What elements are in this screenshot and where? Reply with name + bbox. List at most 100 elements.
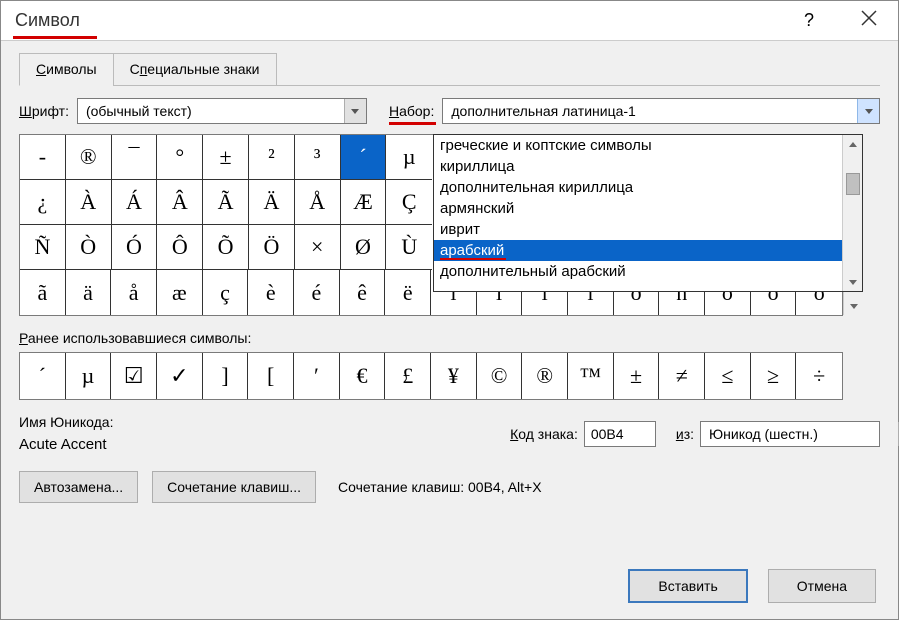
recent-cell[interactable]: µ bbox=[66, 353, 112, 399]
char-cell[interactable]: ´ bbox=[341, 135, 387, 180]
char-cell[interactable]: Æ bbox=[341, 180, 387, 225]
subset-dropdown-button[interactable] bbox=[857, 99, 879, 123]
subset-option[interactable]: арабский bbox=[434, 240, 842, 261]
recent-cell[interactable]: ] bbox=[203, 353, 249, 399]
subset-input[interactable] bbox=[443, 103, 857, 119]
char-cell[interactable]: Ö bbox=[249, 225, 295, 270]
symbol-dialog: Символ ? Символы Специальные знаки Шрифт… bbox=[0, 0, 899, 620]
close-button[interactable] bbox=[854, 10, 884, 31]
font-label: Шрифт: bbox=[19, 103, 69, 119]
subset-dropdown-list: греческие и коптские символыкириллицадоп… bbox=[433, 134, 863, 292]
recent-cell[interactable]: ÷ bbox=[796, 353, 842, 399]
char-cell[interactable]: Â bbox=[157, 180, 203, 225]
recent-cell[interactable]: © bbox=[477, 353, 523, 399]
subset-option[interactable]: иврит bbox=[434, 219, 842, 240]
tab-bar: Символы Специальные знаки bbox=[19, 53, 880, 86]
autocorrect-button[interactable]: Автозамена... bbox=[19, 471, 138, 503]
char-cell[interactable]: Ó bbox=[112, 225, 158, 270]
subset-option[interactable]: кириллица bbox=[434, 156, 842, 177]
char-cell[interactable]: Ò bbox=[66, 225, 112, 270]
recent-cell[interactable]: £ bbox=[385, 353, 431, 399]
subset-option[interactable]: дополнительная кириллица bbox=[434, 177, 842, 198]
char-cell[interactable]: Ô bbox=[157, 225, 203, 270]
unicode-name-value: Acute Accent bbox=[19, 436, 504, 453]
recent-cell[interactable]: ✓ bbox=[157, 353, 203, 399]
recent-cell[interactable]: ☑ bbox=[111, 353, 157, 399]
chevron-down-icon bbox=[865, 109, 873, 114]
char-cell[interactable]: å bbox=[111, 270, 157, 315]
dropdown-scrollbar[interactable] bbox=[842, 135, 862, 291]
recent-cell[interactable]: [ bbox=[248, 353, 294, 399]
insert-button[interactable]: Вставить bbox=[628, 569, 747, 603]
char-cell[interactable]: ã bbox=[20, 270, 66, 315]
font-dropdown-button[interactable] bbox=[344, 99, 366, 123]
shortcut-button[interactable]: Сочетание клавиш... bbox=[152, 471, 316, 503]
recent-cell[interactable]: ≠ bbox=[659, 353, 705, 399]
code-label: Код знака: bbox=[510, 426, 578, 442]
char-cell[interactable]: ³ bbox=[295, 135, 341, 180]
subset-option[interactable]: армянский bbox=[434, 198, 842, 219]
char-cell[interactable]: Å bbox=[295, 180, 341, 225]
chevron-down-icon bbox=[351, 109, 359, 114]
recent-cell[interactable]: ≥ bbox=[751, 353, 797, 399]
scroll-down-icon bbox=[850, 304, 858, 309]
recent-cell[interactable]: ± bbox=[614, 353, 660, 399]
annotation-underline bbox=[13, 36, 97, 39]
font-combo[interactable] bbox=[77, 98, 367, 124]
char-cell[interactable]: ç bbox=[203, 270, 249, 315]
from-input[interactable] bbox=[701, 426, 898, 442]
annotation-underline bbox=[440, 258, 506, 260]
from-combo[interactable] bbox=[700, 421, 880, 447]
char-cell[interactable]: Ã bbox=[203, 180, 249, 225]
char-cell[interactable]: æ bbox=[157, 270, 203, 315]
help-button[interactable]: ? bbox=[794, 10, 824, 31]
char-cell[interactable]: è bbox=[248, 270, 294, 315]
char-cell[interactable]: Ù bbox=[386, 225, 432, 270]
recent-cell[interactable]: ′ bbox=[294, 353, 340, 399]
char-cell[interactable]: - bbox=[20, 135, 66, 180]
recent-cell[interactable]: ≤ bbox=[705, 353, 751, 399]
recent-label: Ранее использовавшиеся символы: bbox=[19, 330, 251, 346]
char-cell[interactable]: Õ bbox=[203, 225, 249, 270]
recent-cell[interactable]: € bbox=[340, 353, 386, 399]
char-cell[interactable]: ° bbox=[157, 135, 203, 180]
char-cell[interactable]: ä bbox=[66, 270, 112, 315]
shortcut-display: Сочетание клавиш: 00B4, Alt+X bbox=[338, 479, 542, 495]
scroll-up-icon bbox=[849, 142, 857, 147]
recent-cell[interactable]: ´ bbox=[20, 353, 66, 399]
char-cell[interactable]: ë bbox=[385, 270, 431, 315]
font-input[interactable] bbox=[78, 103, 344, 119]
scrollbar-thumb[interactable] bbox=[846, 173, 860, 195]
subset-combo[interactable] bbox=[442, 98, 880, 124]
char-cell[interactable]: ± bbox=[203, 135, 249, 180]
char-cell[interactable]: ê bbox=[340, 270, 386, 315]
dialog-title: Символ bbox=[15, 10, 80, 30]
char-cell[interactable]: Ä bbox=[249, 180, 295, 225]
char-cell[interactable]: é bbox=[294, 270, 340, 315]
scroll-down-icon bbox=[849, 280, 857, 285]
cancel-button[interactable]: Отмена bbox=[768, 569, 876, 603]
char-cell[interactable]: À bbox=[66, 180, 112, 225]
recent-grid: ´µ☑✓][′€£¥©®™±≠≤≥÷ bbox=[19, 352, 843, 400]
code-input[interactable] bbox=[584, 421, 656, 447]
char-cell[interactable]: Á bbox=[112, 180, 158, 225]
from-label: из: bbox=[676, 426, 694, 442]
subset-option[interactable]: дополнительный арабский bbox=[434, 261, 842, 282]
tab-special[interactable]: Специальные знаки bbox=[113, 53, 277, 86]
char-cell[interactable]: ¯ bbox=[112, 135, 158, 180]
tab-symbols[interactable]: Символы bbox=[19, 53, 114, 86]
recent-cell[interactable]: ® bbox=[522, 353, 568, 399]
char-cell[interactable]: Ñ bbox=[20, 225, 66, 270]
subset-option[interactable]: греческие и коптские символы bbox=[434, 135, 842, 156]
recent-cell[interactable]: ¥ bbox=[431, 353, 477, 399]
char-cell[interactable]: Ç bbox=[386, 180, 432, 225]
char-cell[interactable]: × bbox=[295, 225, 341, 270]
char-cell[interactable]: µ bbox=[386, 135, 432, 180]
char-cell[interactable]: ² bbox=[249, 135, 295, 180]
recent-cell[interactable]: ™ bbox=[568, 353, 614, 399]
char-cell[interactable]: ® bbox=[66, 135, 112, 180]
char-cell[interactable]: Ø bbox=[341, 225, 387, 270]
unicode-name-label: Имя Юникода: bbox=[19, 414, 504, 430]
char-cell[interactable]: ¿ bbox=[20, 180, 66, 225]
titlebar: Символ ? bbox=[1, 1, 898, 41]
